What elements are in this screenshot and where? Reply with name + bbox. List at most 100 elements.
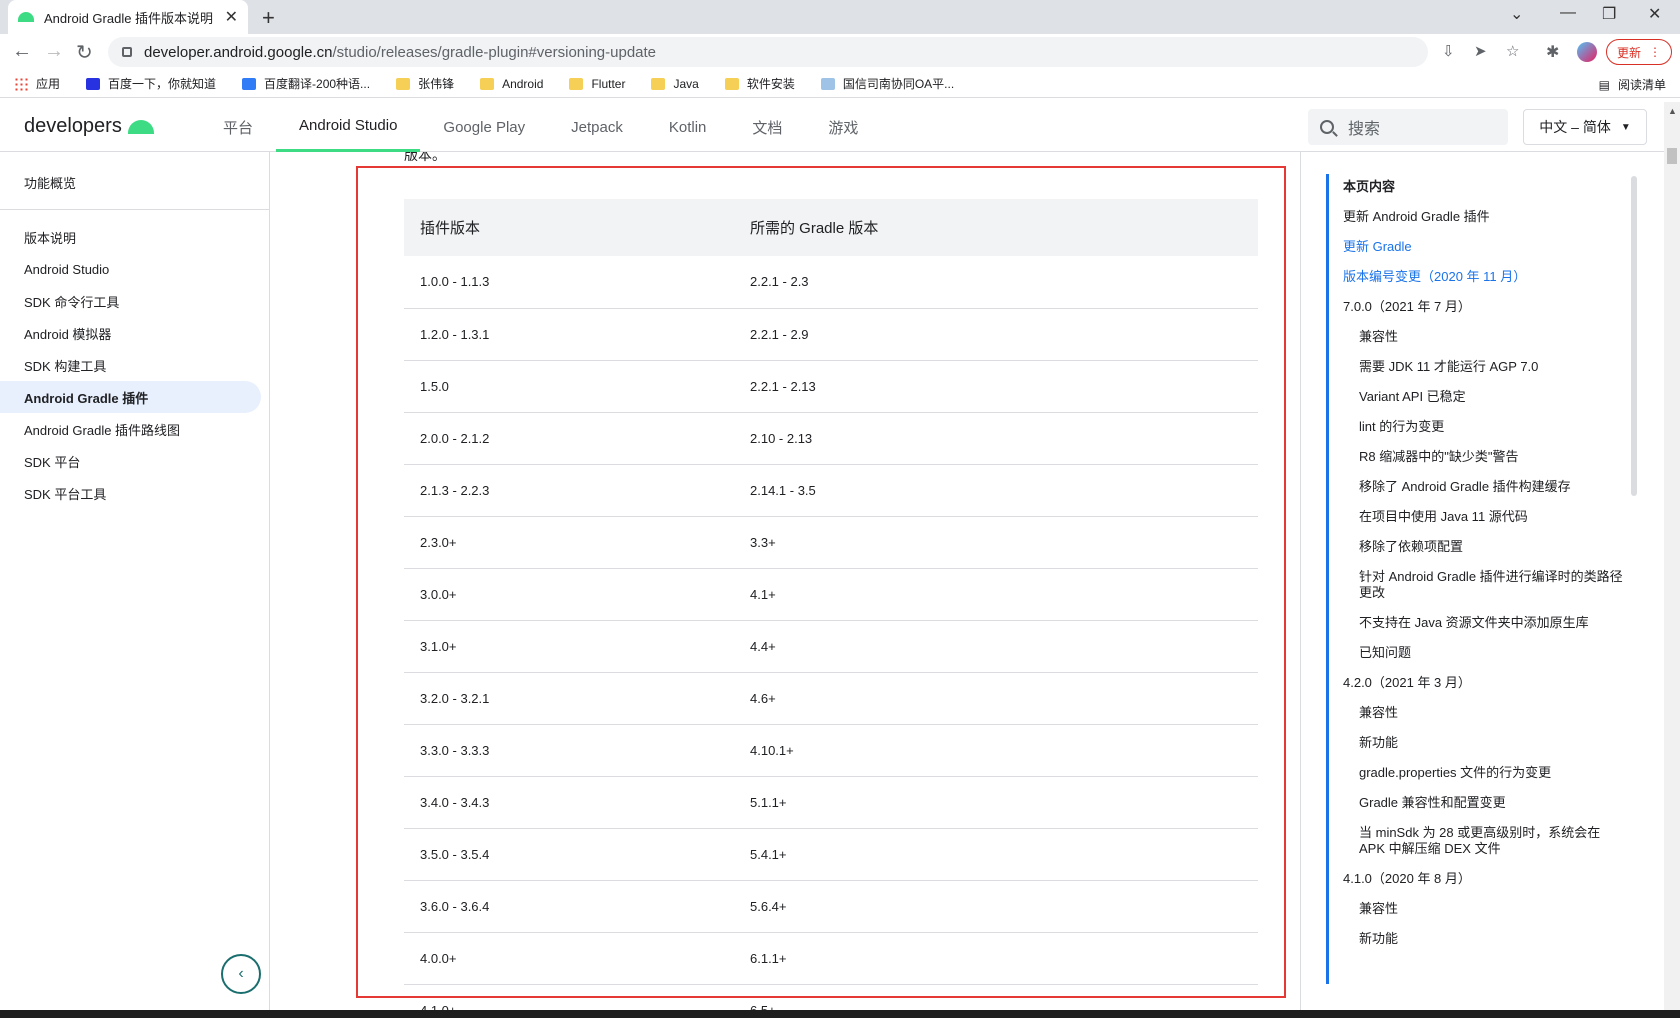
bookmark-apps[interactable]: 应用 [14, 75, 60, 92]
search-input[interactable]: 搜索 [1308, 109, 1508, 145]
reload-icon[interactable]: ↻ [76, 40, 93, 65]
toc-item[interactable]: 在项目中使用 Java 11 源代码 [1343, 502, 1628, 532]
toc-item[interactable]: 移除了 Android Gradle 插件构建缓存 [1343, 472, 1628, 502]
toc-item[interactable]: 更新 Android Gradle 插件 [1343, 202, 1628, 232]
leftnav-item[interactable]: SDK 命令行工具 [0, 285, 269, 317]
leftnav-item-overview[interactable]: 功能概览 [0, 166, 269, 198]
update-button[interactable]: 更新 ⋮ [1606, 39, 1672, 65]
plugin-version-cell: 3.1.0+ [404, 620, 734, 673]
leftnav-item[interactable]: Android Studio [0, 253, 269, 285]
bookmark-baidu-translate[interactable]: 百度翻译-200种语... [242, 75, 370, 92]
toc-item[interactable]: 已知问题 [1343, 638, 1628, 668]
table-row: 4.1.0+ 6.5+ [404, 984, 1258, 1010]
nav-item-kotlin[interactable]: Kotlin [646, 102, 730, 152]
back-icon[interactable]: ← [12, 40, 32, 63]
bookmark-star-icon[interactable]: ☆ [1506, 42, 1519, 60]
close-window-icon[interactable]: ✕ [1648, 4, 1661, 24]
plugin-version-cell: 4.0.0+ [404, 932, 734, 985]
toc-item[interactable]: 4.2.0（2021 年 3 月） [1343, 668, 1628, 698]
plugin-version-cell: 2.1.3 - 2.2.3 [404, 464, 734, 517]
gradle-version-table: 插件版本 所需的 Gradle 版本 1.0.0 - 1.1.3 2.2.1 - … [404, 199, 1258, 1010]
bookmark-folder[interactable]: Android [480, 77, 543, 91]
scroll-up-icon[interactable]: ▲ [1668, 106, 1677, 116]
toc-item[interactable]: 需要 JDK 11 才能运行 AGP 7.0 [1343, 352, 1628, 382]
toc-item[interactable]: 不支持在 Java 资源文件夹中添加原生库 [1343, 608, 1628, 638]
collapse-nav-button[interactable]: ‹ [221, 954, 261, 994]
leftnav-item[interactable]: Android 模拟器 [0, 317, 269, 349]
toc-item[interactable]: 当 minSdk 为 28 或更高级别时，系统会在 APK 中解压缩 DEX 文… [1343, 818, 1628, 864]
restore-icon[interactable]: ❐ [1602, 4, 1616, 24]
bookmark-baidu[interactable]: 百度一下，你就知道 [86, 75, 216, 92]
toc-item[interactable]: 兼容性 [1343, 322, 1628, 352]
bookmark-folder[interactable]: 张伟锋 [396, 75, 454, 92]
bookmark-folder[interactable]: Flutter [569, 77, 625, 91]
send-icon[interactable]: ➤ [1474, 42, 1487, 60]
toc-item[interactable]: 版本编号变更（2020 年 11 月） [1343, 262, 1628, 292]
table-row: 2.3.0+ 3.3+ [404, 516, 1258, 569]
scrollbar-thumb[interactable] [1667, 148, 1677, 164]
nav-item-android-studio[interactable]: Android Studio [276, 102, 421, 152]
bookmarks-bar: 应用 百度一下，你就知道 百度翻译-200种语... 张伟锋 Android F… [0, 70, 1680, 98]
toc-item[interactable]: 针对 Android Gradle 插件进行编译时的类路径更改 [1343, 562, 1628, 608]
toc-item[interactable]: 新功能 [1343, 728, 1628, 758]
bookmark-label: 百度一下，你就知道 [108, 77, 217, 91]
toc-item[interactable]: Variant API 已稳定 [1343, 382, 1628, 412]
toc-item[interactable]: Gradle 兼容性和配置变更 [1343, 788, 1628, 818]
profile-avatar[interactable] [1577, 42, 1597, 62]
gradle-version-cell: 2.2.1 - 2.3 [734, 256, 1258, 309]
leftnav-item-selected[interactable]: Android Gradle 插件 [0, 381, 261, 413]
minimize-icon[interactable]: — [1560, 4, 1576, 22]
toc-item[interactable]: 4.1.0（2020 年 8 月） [1343, 864, 1628, 894]
toc-item[interactable]: 兼容性 [1343, 894, 1628, 924]
table-row: 3.1.0+ 4.4+ [404, 620, 1258, 673]
nav-item-games[interactable]: 游戏 [805, 102, 881, 152]
toc-title: 本页内容 [1343, 179, 1396, 194]
language-select[interactable]: 中文 – 简体 ▼ [1523, 109, 1647, 145]
leftnav-item[interactable]: SDK 平台工具 [0, 477, 269, 509]
table-row: 3.0.0+ 4.1+ [404, 568, 1258, 621]
new-tab-icon[interactable]: + [262, 5, 275, 31]
more-menu-icon: ⋮ [1649, 45, 1661, 59]
bookmark-folder[interactable]: Java [651, 77, 699, 91]
gradle-version-cell: 4.10.1+ [734, 724, 1258, 777]
bookmark-oa[interactable]: 国信司南协同OA平... [820, 75, 954, 92]
toc-item[interactable]: 兼容性 [1343, 698, 1628, 728]
forward-icon[interactable]: → [44, 40, 64, 63]
leftnav-item[interactable]: SDK 构建工具 [0, 349, 269, 381]
nav-item-google-play[interactable]: Google Play [420, 102, 548, 152]
toc-item[interactable]: 更新 Gradle [1343, 232, 1628, 262]
plugin-version-cell: 3.2.0 - 3.2.1 [404, 672, 734, 725]
toc-item[interactable]: 移除了依赖项配置 [1343, 532, 1628, 562]
toc-item[interactable]: gradle.properties 文件的行为变更 [1343, 758, 1628, 788]
leftnav-item[interactable]: Android Gradle 插件路线图 [0, 413, 269, 445]
extensions-icon[interactable]: ✱ [1546, 42, 1559, 62]
leftnav-item[interactable]: 版本说明 [0, 221, 269, 253]
toc-item[interactable]: 7.0.0（2021 年 7 月） [1343, 292, 1628, 322]
language-label: 中文 – 简体 [1539, 119, 1611, 135]
nav-item-jetpack[interactable]: Jetpack [548, 102, 646, 152]
install-icon[interactable]: ⇩ [1442, 42, 1455, 60]
table-row: 3.4.0 - 3.4.3 5.1.1+ [404, 776, 1258, 829]
leftnav-item[interactable]: SDK 平台 [0, 445, 269, 477]
android-favicon-icon [18, 12, 34, 22]
toc-item[interactable]: 新功能 [1343, 924, 1628, 954]
reading-list-button[interactable]: ▤ 阅读清单 [1599, 76, 1666, 93]
main-content: 版本。 插件版本 所需的 Gradle 版本 1.0.0 - 1.1.3 2.2.… [270, 152, 1300, 1010]
tab-search-icon[interactable]: ⌄ [1510, 4, 1523, 24]
table-row: 1.0.0 - 1.1.3 2.2.1 - 2.3 [404, 256, 1258, 309]
nav-item-platform[interactable]: 平台 [200, 102, 276, 152]
translate-icon [242, 77, 257, 90]
table-row: 1.5.0 2.2.1 - 2.13 [404, 360, 1258, 413]
gradle-version-cell: 5.1.1+ [734, 776, 1258, 829]
nav-item-docs[interactable]: 文档 [729, 102, 805, 152]
plugin-version-cell: 4.1.0+ [404, 984, 734, 1010]
bookmark-folder[interactable]: 软件安装 [724, 75, 795, 92]
developers-logo[interactable]: developers [24, 115, 154, 138]
toc-item[interactable]: R8 缩减器中的"缺少类"警告 [1343, 442, 1628, 472]
address-bar[interactable]: developer.android.google.cn/studio/relea… [108, 37, 1519, 67]
browser-tab[interactable]: Android Gradle 插件版本说明 ✕ [8, 0, 248, 34]
toc-scrollbar[interactable] [1631, 176, 1637, 496]
toc-item[interactable]: lint 的行为变更 [1343, 412, 1628, 442]
page-scrollbar[interactable]: ▲ [1664, 102, 1680, 1010]
close-tab-icon[interactable]: ✕ [225, 7, 238, 27]
